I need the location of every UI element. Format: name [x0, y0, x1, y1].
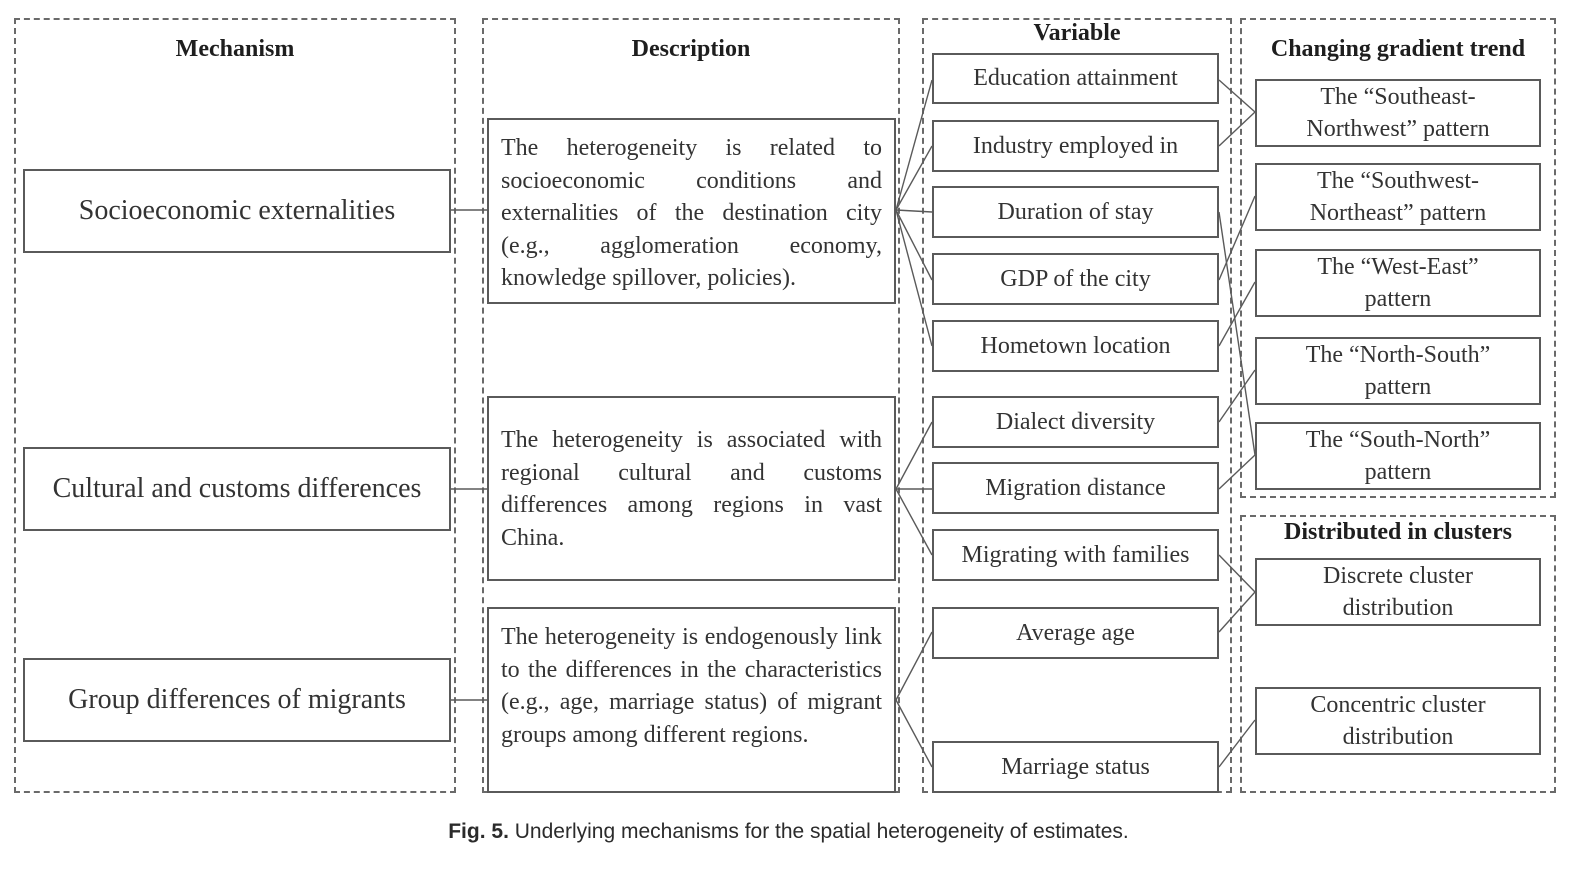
variable-label: GDP of the city — [1000, 265, 1151, 292]
gradient-box-southwest-northeast: The “Southwest- Northeast” pattern — [1255, 163, 1541, 231]
mechanism-box-socioeconomic: Socioeconomic externalities — [23, 169, 451, 253]
variable-label: Duration of stay — [997, 198, 1154, 225]
description-box-group: The heterogeneity is endogenously link t… — [487, 607, 896, 793]
description-title: Description — [631, 36, 751, 62]
gradient-box-west-east: The “West-East” pattern — [1255, 249, 1541, 317]
variable-box: GDP of the city — [932, 253, 1219, 305]
pattern-line: The “West-East” — [1317, 253, 1479, 280]
variable-label: Migrating with families — [961, 541, 1190, 568]
pattern-line: pattern — [1364, 374, 1432, 400]
variable-label: Average age — [1016, 619, 1135, 646]
mechanism-title: Mechanism — [175, 36, 295, 62]
variable-box: Average age — [932, 607, 1219, 659]
variable-box: Hometown location — [932, 320, 1219, 372]
mechanism-label: Group differences of migrants — [68, 684, 406, 715]
variable-label: Industry employed in — [972, 132, 1179, 159]
description-text: The heterogeneity is endogenously link t… — [501, 624, 882, 748]
variable-title: Variable — [1033, 20, 1121, 46]
description-box-cultural: The heterogeneity is associated with reg… — [487, 396, 896, 581]
mechanism-box-group: Group differences of migrants — [23, 658, 451, 742]
gradient-box-southeast-northwest: The “Southeast- Northwest” pattern — [1255, 79, 1541, 147]
gradient-box-south-north: The “South-North” pattern — [1255, 422, 1541, 490]
gradient-box-north-south: The “North-South” pattern — [1255, 337, 1541, 405]
pattern-line: The “North-South” — [1305, 341, 1491, 368]
pattern-line: The “Southeast- — [1320, 83, 1476, 110]
variable-box: Migrating with families — [932, 529, 1219, 581]
variable-box: Industry employed in — [932, 120, 1219, 172]
pattern-line: Concentric cluster — [1310, 691, 1486, 718]
variable-label: Dialect diversity — [995, 408, 1156, 435]
description-box-socioeconomic: The heterogeneity is related to socioeco… — [487, 118, 896, 304]
mechanism-box-cultural: Cultural and customs differences — [23, 447, 451, 531]
pattern-line: The “Southwest- — [1317, 167, 1479, 194]
gradient-title: Changing gradient trend — [1270, 36, 1526, 62]
pattern-line: Discrete cluster — [1323, 562, 1473, 589]
mechanism-label: Cultural and customs differences — [52, 473, 422, 504]
pattern-line: pattern — [1364, 286, 1432, 312]
description-text: The heterogeneity is related to socioeco… — [501, 135, 882, 291]
pattern-line: distribution — [1342, 595, 1454, 621]
cluster-box-concentric: Concentric cluster distribution — [1255, 687, 1541, 755]
pattern-line: The “South-North” — [1305, 426, 1491, 453]
variable-box: Duration of stay — [932, 186, 1219, 238]
pattern-line: distribution — [1342, 724, 1454, 750]
clusters-title: Distributed in clusters — [1284, 519, 1512, 545]
variable-box: Marriage status — [932, 741, 1219, 793]
mechanism-label: Socioeconomic externalities — [78, 195, 396, 226]
variable-box: Migration distance — [932, 462, 1219, 514]
variable-label: Hometown location — [980, 332, 1171, 359]
pattern-line: Northeast” pattern — [1309, 200, 1487, 226]
description-text: The heterogeneity is associated with reg… — [501, 427, 882, 551]
caption-label: Fig. 5. — [448, 820, 509, 843]
variable-label: Marriage status — [1001, 753, 1150, 780]
variable-box: Dialect diversity — [932, 396, 1219, 448]
pattern-line: Northwest” pattern — [1306, 116, 1490, 142]
cluster-box-discrete: Discrete cluster distribution — [1255, 558, 1541, 626]
pattern-line: pattern — [1364, 459, 1432, 485]
figure-caption: Fig. 5. Underlying mechanisms for the sp… — [0, 820, 1577, 844]
variable-label: Migration distance — [985, 474, 1166, 501]
caption-text: Underlying mechanisms for the spatial he… — [514, 820, 1129, 843]
variable-label: Education attainment — [973, 65, 1178, 91]
variable-box: Education attainment — [932, 53, 1219, 104]
